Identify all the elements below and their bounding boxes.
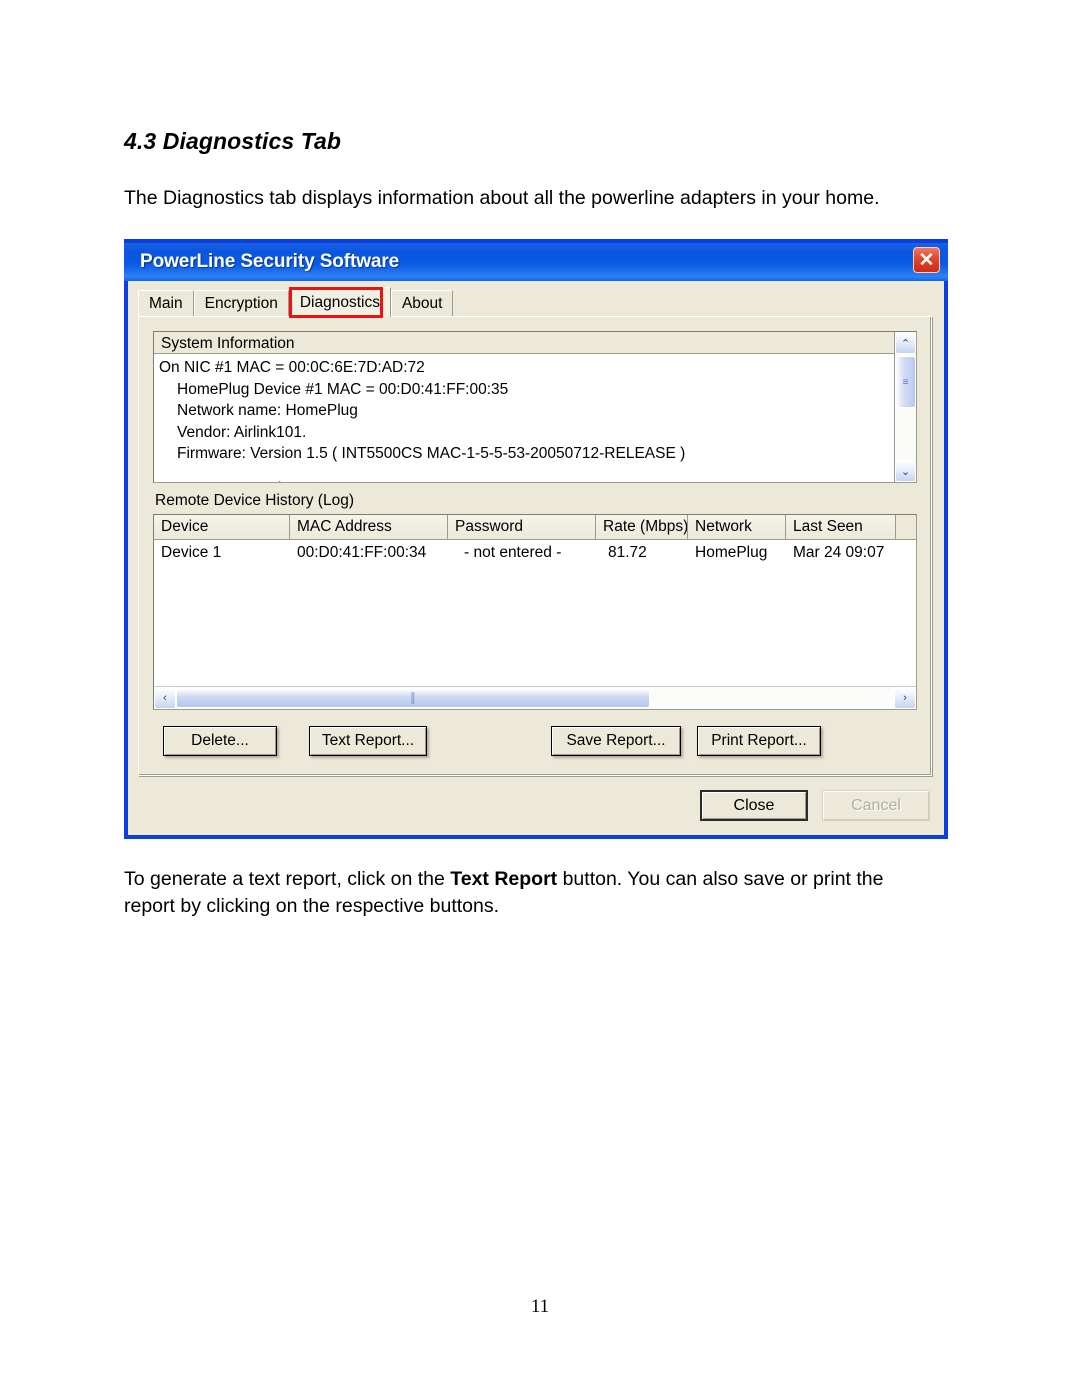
table-header-row: Device MAC Address Password Rate (Mbps) … (154, 515, 916, 540)
close-icon[interactable]: ✕ (913, 247, 940, 273)
tab-encryption[interactable]: Encryption (193, 290, 289, 317)
remote-device-history-label: Remote Device History (Log) (155, 492, 354, 509)
action-button-row: Delete... Text Report... Save Report... … (153, 726, 917, 772)
outro-paragraph: To generate a text report, click on the … (124, 866, 936, 920)
remote-device-history-table: Device MAC Address Password Rate (Mbps) … (154, 515, 916, 686)
page-number: 11 (530, 1296, 550, 1317)
print-report-button[interactable]: Print Report... (697, 726, 821, 756)
diagnostics-panel: System Information On NIC #1 MAC = 00:0C… (138, 316, 932, 776)
save-report-button[interactable]: Save Report... (551, 726, 681, 756)
tab-strip: Main Encryption Diagnostics About (138, 287, 944, 318)
sysinfo-line-nic: On NIC #1 MAC = 00:0C:6E:7D:AD:72 (159, 359, 425, 376)
scrollbar-thumb[interactable]: ≡ (895, 356, 916, 408)
dialog-footer: Close Cancel (700, 790, 930, 821)
cell-network: HomePlug (695, 544, 768, 561)
sysinfo-line-homeplug-mac: HomePlug Device #1 MAC = 00:D0:41:FF:00:… (177, 380, 509, 398)
page-title: 4.3 Diagnostics Tab (124, 128, 342, 154)
sysinfo-line-network-name: Network name: HomePlug (177, 402, 358, 419)
horizontal-scrollbar-thumb[interactable]: ║ (176, 688, 650, 708)
column-header-password[interactable]: Password (448, 515, 596, 539)
system-information-body: On NIC #1 MAC = 00:0C:6E:7D:AD:72 HomePl… (154, 354, 894, 482)
column-header-device[interactable]: Device (154, 515, 290, 539)
system-information-box: System Information On NIC #1 MAC = 00:0C… (153, 331, 917, 483)
cell-mac-address: 00:D0:41:FF:00:34 (297, 544, 427, 561)
outro-text-before: To generate a text report, click on the (124, 868, 451, 890)
cell-device: Device 1 (161, 544, 222, 561)
scroll-down-icon[interactable]: ⌄ (895, 460, 916, 482)
sysinfo-line-vendor: Vendor: Airlink101. (177, 423, 307, 441)
scroll-left-icon[interactable]: ‹ (154, 687, 176, 709)
system-information-header: System Information (154, 332, 894, 354)
cell-rate: 81.72 (608, 544, 647, 561)
cell-password: - not entered - (464, 544, 562, 561)
dialog-title: PowerLine Security Software (140, 251, 400, 272)
remote-device-history-scrollbar[interactable]: ‹ ║ › (154, 686, 916, 709)
tab-about[interactable]: About (390, 290, 454, 317)
close-button[interactable]: Close (700, 790, 808, 821)
system-information-content: System Information On NIC #1 MAC = 00:0C… (154, 332, 894, 482)
scroll-up-icon[interactable]: ⌃ (895, 332, 916, 354)
tab-main[interactable]: Main (138, 290, 194, 317)
cell-last-seen: Mar 24 09:07 (793, 544, 885, 561)
dialog-titlebar: PowerLine Security Software ✕ (124, 239, 948, 281)
sysinfo-spacer (159, 465, 894, 478)
sysinfo-line-computer-name: Computer network name: COMPUTER (159, 478, 894, 483)
scroll-right-icon[interactable]: › (894, 687, 916, 709)
cancel-button: Cancel (822, 790, 930, 821)
column-header-network[interactable]: Network (688, 515, 786, 539)
outro-text-bold: Text Report (450, 868, 558, 890)
sysinfo-line-firmware: Firmware: Version 1.5 ( INT5500CS MAC-1-… (177, 445, 686, 462)
scrollbar-track[interactable]: ≡ (895, 354, 916, 460)
column-header-last-seen[interactable]: Last Seen (786, 515, 896, 539)
remote-device-history-box: Device MAC Address Password Rate (Mbps) … (153, 514, 917, 710)
intro-paragraph: The Diagnostics tab displays information… (124, 187, 880, 209)
delete-button[interactable]: Delete... (163, 726, 277, 756)
table-row[interactable]: Device 1 00:D0:41:FF:00:34 - not entered… (154, 540, 916, 565)
column-header-mac-address[interactable]: MAC Address (290, 515, 448, 539)
horizontal-scrollbar-track[interactable]: ║ (176, 687, 894, 709)
system-information-scrollbar[interactable]: ⌃ ≡ ⌄ (894, 332, 916, 482)
tab-diagnostics[interactable]: Diagnostics (288, 287, 391, 317)
powerline-security-dialog: PowerLine Security Software ✕ Main Encry… (124, 239, 948, 839)
column-header-rate[interactable]: Rate (Mbps) (596, 515, 688, 539)
text-report-button[interactable]: Text Report... (309, 726, 427, 756)
